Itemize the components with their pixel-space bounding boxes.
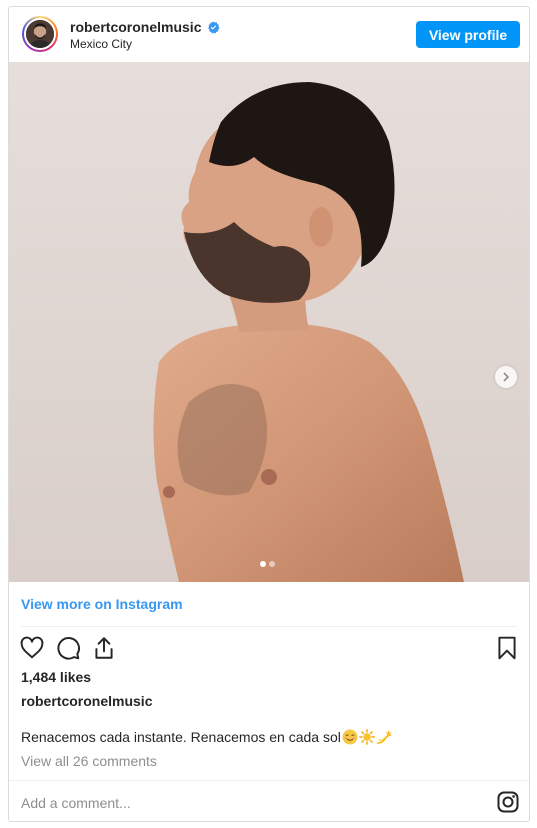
caption-author[interactable]: robertcoronelmusic (21, 693, 152, 709)
username[interactable]: robertcoronelmusic (70, 19, 201, 35)
view-profile-button[interactable]: View profile (416, 21, 520, 48)
next-image-button[interactable] (495, 366, 517, 388)
carousel-indicator (260, 561, 275, 567)
verified-badge-icon (208, 21, 220, 34)
caption: Renacemos cada instante. Renacemos en ca… (21, 729, 392, 745)
post-image[interactable] (9, 62, 529, 582)
location[interactable]: Mexico City (70, 37, 132, 51)
bookmark-icon[interactable] (494, 635, 520, 661)
post-photo (9, 62, 529, 582)
avatar-story-ring[interactable] (22, 16, 58, 52)
add-comment-field[interactable]: Add a comment... (21, 795, 131, 811)
avatar[interactable] (24, 18, 56, 50)
share-icon[interactable] (91, 635, 117, 661)
carousel-dot-2 (269, 561, 275, 567)
likes-count[interactable]: 1,484 likes (21, 669, 91, 685)
dizzy-star-emoji-icon (376, 730, 392, 744)
divider (21, 626, 517, 627)
caption-text: Renacemos cada instante. Renacemos en ca… (21, 729, 341, 745)
comment-icon[interactable] (55, 635, 81, 661)
view-comments-link[interactable]: View all 26 comments (21, 753, 157, 769)
instagram-embed-card: robertcoronelmusic Mexico City View prof… (8, 6, 530, 822)
divider (9, 780, 529, 781)
sun-emoji-icon (358, 729, 375, 745)
relieved-face-emoji-icon (342, 729, 358, 745)
heart-icon[interactable] (19, 635, 45, 661)
post-header: robertcoronelmusic Mexico City View prof… (9, 7, 529, 62)
chevron-right-icon (503, 372, 510, 382)
carousel-dot-1 (260, 561, 266, 567)
view-more-link[interactable]: View more on Instagram (21, 596, 183, 612)
instagram-logo-icon[interactable] (496, 790, 520, 814)
